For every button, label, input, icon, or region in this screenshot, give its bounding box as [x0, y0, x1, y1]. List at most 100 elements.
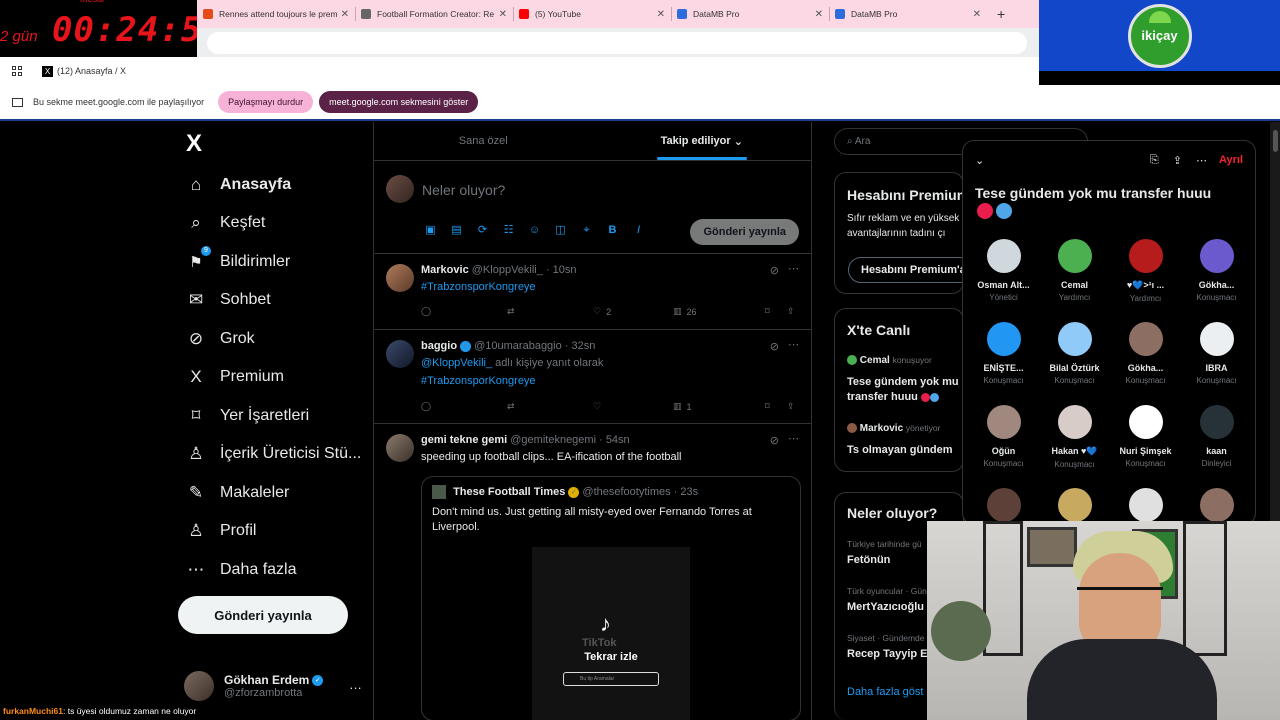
- browser-tab[interactable]: Football Formation Creator: Re ✕: [355, 0, 513, 28]
- space-participant[interactable]: [968, 488, 1039, 524]
- location-icon[interactable]: ⌖: [580, 224, 593, 237]
- share-button[interactable]: ⇪: [787, 306, 795, 317]
- sidebar-item-bookmarks[interactable]: ⌑ Yer İşaretleri: [186, 401, 310, 431]
- grok-icon[interactable]: ⟳: [476, 224, 489, 237]
- tab-close-icon[interactable]: ✕: [499, 9, 507, 20]
- live-space-title[interactable]: Tese gündem yok mu: [847, 376, 959, 388]
- post-handle[interactable]: @KloppVekili_: [472, 264, 543, 276]
- tab-close-icon[interactable]: ✕: [973, 9, 981, 20]
- live-host[interactable]: Markovic yönetiyor: [847, 423, 940, 434]
- post-author[interactable]: Markovic: [421, 264, 469, 276]
- sidebar-item-home[interactable]: ⌂ Anasayfa: [186, 170, 291, 200]
- tab-close-icon[interactable]: ✕: [657, 9, 665, 20]
- italic-icon[interactable]: I: [632, 224, 645, 237]
- tab-close-icon[interactable]: ✕: [815, 9, 823, 20]
- more-icon[interactable]: ⋯: [788, 338, 799, 351]
- apps-grid-icon[interactable]: [12, 66, 22, 76]
- browser-tab[interactable]: DataMB Pro ✕: [671, 0, 829, 28]
- grok-icon[interactable]: ⊘: [770, 340, 779, 353]
- like-button[interactable]: ♡ 2: [593, 306, 673, 317]
- bold-icon[interactable]: B: [606, 224, 619, 237]
- video-player[interactable]: ♪ TikTok Tekrar izle Bu tip Aramalar: [532, 547, 690, 720]
- post-author[interactable]: baggio: [421, 340, 457, 352]
- repost-button[interactable]: ⇄: [507, 401, 593, 412]
- stop-sharing-button[interactable]: Paylaşmayı durdur: [218, 91, 314, 113]
- more-icon[interactable]: ⋯: [788, 262, 799, 275]
- reply-to-link[interactable]: @KloppVekili_: [421, 357, 492, 369]
- show-meet-tab-button[interactable]: meet.google.com sekmesini göster: [319, 91, 479, 113]
- trend-title[interactable]: Fetönün: [847, 554, 890, 566]
- reply-button[interactable]: ◯: [421, 401, 507, 412]
- browser-tab[interactable]: Rennes attend toujours le premi ✕: [197, 0, 355, 28]
- gif-icon[interactable]: ▤: [450, 224, 463, 237]
- account-switcher[interactable]: Gökhan Erdem ✓ @zforzambrotta …: [184, 667, 370, 705]
- space-participant[interactable]: Hakan ♥💙 Konuşmacı: [1039, 405, 1110, 478]
- space-participant[interactable]: [1110, 488, 1181, 524]
- compose-input[interactable]: Neler oluyor?: [422, 182, 505, 198]
- premium-subscribe-button[interactable]: Hesabını Premium'a: [848, 257, 963, 283]
- live-host[interactable]: Cemal konuşuyor: [847, 355, 932, 366]
- space-participant[interactable]: Cemal Yardımcı: [1039, 239, 1110, 312]
- repost-button[interactable]: ⇄: [507, 306, 593, 317]
- space-participant[interactable]: Bilal Öztürk Konuşmacı: [1039, 322, 1110, 395]
- space-participant[interactable]: ENİŞTE... Konuşmacı: [968, 322, 1039, 395]
- post-handle[interactable]: @gemiteknegemi: [510, 434, 596, 446]
- space-participant[interactable]: Nuri Şimşek Konuşmacı: [1110, 405, 1181, 478]
- space-participant[interactable]: IBRA Konuşmacı: [1181, 322, 1252, 395]
- post[interactable]: baggio ✓ @10umarabaggio · 32sn ⊘ ⋯ @Klopp…: [374, 330, 811, 424]
- like-button[interactable]: ♡: [593, 401, 673, 412]
- space-participant[interactable]: [1039, 488, 1110, 524]
- post-handle[interactable]: @10umarabaggio: [474, 340, 562, 352]
- post[interactable]: gemi tekne gemi @gemiteknegemi · 54sn ⊘ …: [374, 424, 811, 720]
- tab-following[interactable]: Takip ediliyor ⌄: [593, 122, 812, 160]
- grok-icon[interactable]: ⊘: [770, 264, 779, 277]
- space-participant[interactable]: Oğün Konuşmacı: [968, 405, 1039, 478]
- collapse-chevron-icon[interactable]: ⌄: [975, 154, 984, 167]
- schedule-icon[interactable]: ◫: [554, 224, 567, 237]
- tab-close-icon[interactable]: ✕: [341, 9, 349, 20]
- sidebar-item-profile[interactable]: ♙ Profil: [186, 516, 256, 546]
- quoted-post[interactable]: These Football Times ✓ @thesefootytimes ·…: [421, 476, 801, 720]
- copy-link-icon[interactable]: ⎘: [1150, 154, 1159, 167]
- sidebar-item-premium[interactable]: X Premium: [186, 362, 284, 392]
- views-button[interactable]: ▥ 1: [673, 401, 765, 412]
- space-participant[interactable]: [1181, 488, 1252, 524]
- grok-icon[interactable]: ⊘: [770, 434, 779, 447]
- views-button[interactable]: ▥ 26: [673, 306, 765, 317]
- quote-handle[interactable]: @thesefootytimes: [582, 486, 670, 498]
- live-space-title[interactable]: transfer huuu: [847, 391, 939, 403]
- hashtag-link[interactable]: #TrabzonsporKongreye: [421, 281, 536, 293]
- emoji-icon[interactable]: ☺: [528, 224, 541, 237]
- show-more-link[interactable]: Daha fazla göst: [847, 686, 923, 698]
- post-author[interactable]: gemi tekne gemi: [421, 434, 507, 446]
- space-participant[interactable]: Gökha... Konuşmacı: [1110, 322, 1181, 395]
- browser-tab[interactable]: (5) YouTube ✕: [513, 0, 671, 28]
- x-logo-icon[interactable]: X: [186, 130, 202, 158]
- quote-author[interactable]: These Football Times: [453, 486, 565, 498]
- space-participant[interactable]: kaan Dinleyici: [1181, 405, 1252, 478]
- bookmark-button[interactable]: ⌑: [765, 306, 787, 317]
- bookmark-tab-title[interactable]: (12) Anasayfa / X: [57, 66, 126, 76]
- post[interactable]: Markovic @KloppVekili_ · 10sn ⊘ ⋯ #Trabz…: [374, 254, 811, 330]
- image-icon[interactable]: ▣: [424, 224, 437, 237]
- hashtag-link[interactable]: #TrabzonsporKongreye: [421, 375, 536, 387]
- poll-icon[interactable]: ☷: [502, 224, 515, 237]
- bookmark-button[interactable]: ⌑: [765, 401, 787, 412]
- sidebar-item-creator-studio[interactable]: ♙ İçerik Üreticisi Stü...: [186, 439, 361, 469]
- address-bar[interactable]: [207, 32, 1027, 54]
- sidebar-item-grok[interactable]: ⊘ Grok: [186, 324, 255, 354]
- leave-space-button[interactable]: Ayrıl: [1219, 154, 1243, 166]
- replay-button[interactable]: Tekrar izle: [532, 651, 690, 663]
- more-icon[interactable]: ⋯: [1196, 154, 1207, 167]
- more-icon[interactable]: …: [349, 677, 362, 692]
- trend-title[interactable]: MertYazıcıoğlu: [847, 601, 924, 613]
- tab-for-you[interactable]: Sana özel: [374, 122, 593, 160]
- sidebar-item-messages[interactable]: ✉ Sohbet: [186, 285, 271, 315]
- live-space-title[interactable]: Ts olmayan gündem: [847, 444, 953, 456]
- sidebar-item-explore[interactable]: ⌕ Keşfet: [186, 208, 265, 238]
- trend-title[interactable]: Recep Tayyip E: [847, 648, 928, 660]
- new-tab-button[interactable]: +: [997, 6, 1005, 22]
- sidebar-item-articles[interactable]: ✎ Makaleler: [186, 478, 289, 508]
- space-participant[interactable]: ♥💙>¹ı ... Yardımcı: [1110, 239, 1181, 312]
- space-participant[interactable]: Gökha... Konuşmacı: [1181, 239, 1252, 312]
